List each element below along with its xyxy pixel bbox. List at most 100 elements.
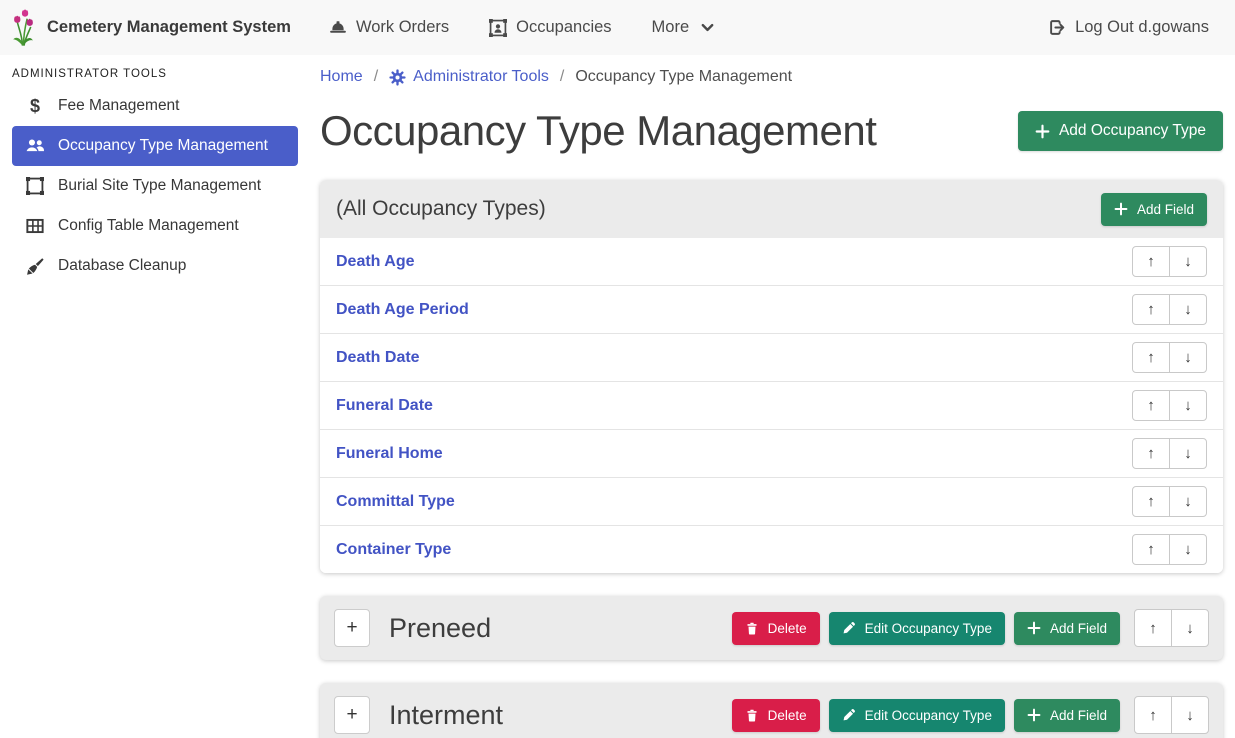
field-link[interactable]: Death Age [336, 253, 415, 271]
reorder-button-group: ↑ ↓ [1132, 486, 1207, 517]
occupancy-type-section: + Interment Delete Edit Occupancy Type [320, 683, 1223, 738]
down-arrow-icon: ↓ [1186, 620, 1194, 637]
move-up-button[interactable]: ↑ [1132, 246, 1170, 277]
add-field-button[interactable]: Add Field [1014, 612, 1120, 645]
logout-label: Log Out d.gowans [1075, 18, 1209, 37]
add-field-button-label: Add Field [1137, 202, 1194, 217]
move-up-button[interactable]: ↑ [1132, 486, 1170, 517]
field-row: Committal Type ↑ ↓ [320, 477, 1223, 525]
field-row: Funeral Date ↑ ↓ [320, 381, 1223, 429]
field-link[interactable]: Funeral Date [336, 397, 433, 415]
move-up-button[interactable]: ↑ [1134, 696, 1172, 734]
down-arrow-icon: ↓ [1184, 301, 1192, 318]
breadcrumb-home-link[interactable]: Home [320, 68, 363, 86]
chevron-down-icon [700, 20, 715, 35]
hard-hat-icon [329, 19, 347, 37]
move-down-button[interactable]: ↓ [1169, 390, 1207, 421]
up-arrow-icon: ↑ [1149, 707, 1157, 724]
up-arrow-icon: ↑ [1147, 301, 1155, 318]
move-up-button[interactable]: ↑ [1134, 609, 1172, 647]
field-row: Death Date ↑ ↓ [320, 333, 1223, 381]
move-down-button[interactable]: ↓ [1171, 696, 1209, 734]
edit-occupancy-type-button[interactable]: Edit Occupancy Type [829, 612, 1005, 645]
app-window: Cemetery Management System Work Orders O… [0, 0, 1235, 738]
breadcrumb: Home / Administrator Tools [320, 62, 1223, 86]
delete-button-label: Delete [768, 621, 807, 636]
up-arrow-icon: ↑ [1149, 620, 1157, 637]
move-down-button[interactable]: ↓ [1169, 438, 1207, 469]
sidebar: ADMINISTRATOR TOOLS $ Fee Management Occ… [0, 55, 310, 738]
move-down-button[interactable]: ↓ [1169, 294, 1207, 325]
up-arrow-icon: ↑ [1147, 349, 1155, 366]
move-up-button[interactable]: ↑ [1132, 438, 1170, 469]
move-down-button[interactable]: ↓ [1169, 534, 1207, 565]
add-field-button[interactable]: Add Field [1014, 699, 1120, 732]
breadcrumb-current: Occupancy Type Management [575, 68, 792, 86]
add-field-button[interactable]: Add Field [1101, 193, 1207, 226]
add-occupancy-type-button[interactable]: Add Occupancy Type [1018, 111, 1223, 151]
move-down-button[interactable]: ↓ [1169, 246, 1207, 277]
add-field-button-label: Add Field [1050, 708, 1107, 723]
card-header: (All Occupancy Types) Add Field [320, 180, 1223, 238]
field-link[interactable]: Funeral Home [336, 445, 443, 463]
sidebar-item-label: Fee Management [58, 97, 180, 115]
site-frame-icon [24, 177, 46, 195]
down-arrow-icon: ↓ [1184, 349, 1192, 366]
expand-section-button[interactable]: + [334, 696, 370, 734]
brand-title: Cemetery Management System [47, 18, 291, 37]
down-arrow-icon: ↓ [1184, 541, 1192, 558]
edit-button-label: Edit Occupancy Type [865, 708, 992, 723]
down-arrow-icon: ↓ [1184, 445, 1192, 462]
field-link[interactable]: Death Date [336, 349, 420, 367]
all-occupancy-types-card: (All Occupancy Types) Add Field Death Ag… [320, 180, 1223, 573]
delete-button[interactable]: Delete [732, 699, 820, 732]
edit-button-label: Edit Occupancy Type [865, 621, 992, 636]
breadcrumb-admin-tools-link[interactable]: Administrator Tools [389, 68, 549, 86]
section-title: Interment [389, 700, 723, 731]
field-row: Funeral Home ↑ ↓ [320, 429, 1223, 477]
sidebar-item[interactable]: Burial Site Type Management [12, 166, 298, 206]
field-link[interactable]: Death Age Period [336, 301, 469, 319]
down-arrow-icon: ↓ [1184, 397, 1192, 414]
move-up-button[interactable]: ↑ [1132, 294, 1170, 325]
move-up-button[interactable]: ↑ [1132, 534, 1170, 565]
down-arrow-icon: ↓ [1186, 707, 1194, 724]
sidebar-item[interactable]: Config Table Management [12, 206, 298, 246]
move-down-button[interactable]: ↓ [1171, 609, 1209, 647]
plus-icon [1027, 708, 1041, 722]
field-link[interactable]: Committal Type [336, 493, 455, 511]
reorder-button-group: ↑ ↓ [1134, 609, 1209, 647]
reorder-button-group: ↑ ↓ [1132, 342, 1207, 373]
occupant-frame-icon [489, 19, 507, 37]
down-arrow-icon: ↓ [1184, 253, 1192, 270]
reorder-button-group: ↑ ↓ [1132, 438, 1207, 469]
navbar-menu: Work Orders Occupancies More [329, 18, 715, 37]
sidebar-item[interactable]: Database Cleanup [12, 246, 298, 286]
move-down-button[interactable]: ↓ [1169, 486, 1207, 517]
edit-occupancy-type-button[interactable]: Edit Occupancy Type [829, 699, 1005, 732]
navbar-item-label: Work Orders [356, 18, 449, 37]
brand[interactable]: Cemetery Management System [10, 9, 291, 47]
sidebar-item[interactable]: Occupancy Type Management [12, 126, 298, 166]
card-title: (All Occupancy Types) [336, 197, 546, 221]
sidebar-heading: ADMINISTRATOR TOOLS [12, 64, 298, 86]
move-up-button[interactable]: ↑ [1132, 390, 1170, 421]
expand-section-button[interactable]: + [334, 609, 370, 647]
dollar-icon: $ [24, 96, 46, 117]
field-link[interactable]: Container Type [336, 541, 451, 559]
logout-button[interactable]: Log Out d.gowans [1049, 18, 1209, 37]
sidebar-item[interactable]: $ Fee Management [12, 86, 298, 126]
navbar-item[interactable]: Occupancies [489, 18, 611, 37]
navbar-item[interactable]: More [652, 18, 716, 37]
trash-icon [745, 708, 759, 723]
move-up-button[interactable]: ↑ [1132, 342, 1170, 373]
reorder-button-group: ↑ ↓ [1132, 294, 1207, 325]
delete-button[interactable]: Delete [732, 612, 820, 645]
main-content: Home / Administrator Tools [310, 55, 1235, 738]
field-row: Death Age ↑ ↓ [320, 238, 1223, 285]
sidebar-item-label: Burial Site Type Management [58, 177, 261, 195]
move-down-button[interactable]: ↓ [1169, 342, 1207, 373]
field-list: Death Age ↑ ↓ Death Age Period ↑ ↓ Death… [320, 238, 1223, 573]
navbar-item[interactable]: Work Orders [329, 18, 449, 37]
plus-icon [1027, 621, 1041, 635]
